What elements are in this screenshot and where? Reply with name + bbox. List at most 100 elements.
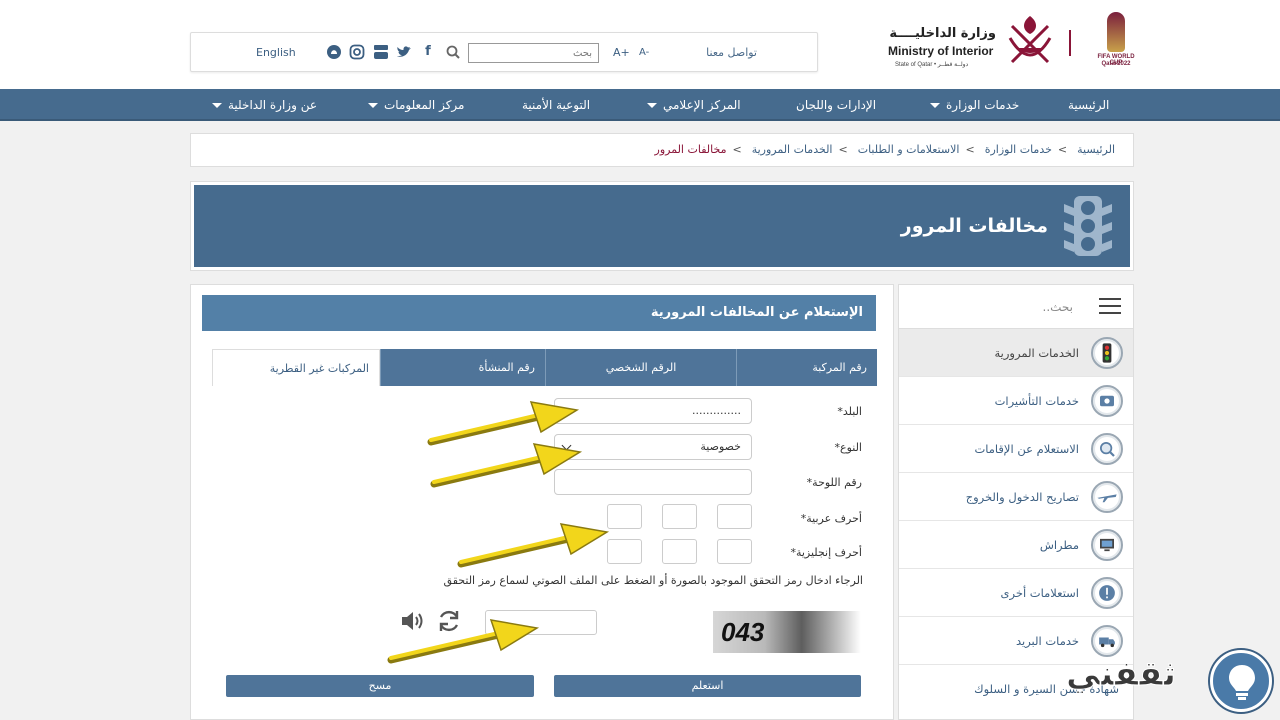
type-select-value: خصوصية [700,440,741,453]
watermark-text: ثقفني [1066,654,1177,695]
contact-us-dropdown[interactable]: تواصل معنا [687,33,757,96]
breadcrumb-separator: > [1057,143,1068,156]
nav-about-ministry-label: عن وزارة الداخلية [228,98,317,112]
country-label: البلد* [837,405,862,418]
sidebar-item-entry-exit-permits[interactable]: تصاريح الدخول والخروج [899,473,1133,521]
breadcrumb-inquiries[interactable]: الاستعلامات و الطلبات [858,143,960,156]
sidebar-item-metrash[interactable]: مطراش [899,521,1133,569]
sidebar-item-other-inquiries[interactable]: استعلامات أخرى [899,569,1133,617]
sidebar-item-residency-inquiry[interactable]: الاستعلام عن الإقامات [899,425,1133,473]
page-banner: مخالفات المرور [190,181,1134,271]
breadcrumb-separator: > [965,143,975,156]
magnifier-card-icon [1091,433,1123,465]
sidebar-item-label: خدمات التأشيرات [994,394,1079,408]
english-letters-label: أحرف إنجليزية* [790,546,862,559]
nav-about-ministry[interactable]: عن وزارة الداخلية [212,89,317,121]
nav-media-center-label: المركز الإعلامي [663,98,741,112]
plate-number-label: رقم اللوحة* [806,476,862,489]
annotation-arrow-icon [457,523,610,568]
tab-non-qatari-vehicles[interactable]: المركبات غير القطرية [212,349,380,386]
nav-home[interactable]: الرئيسية [1068,89,1109,121]
trophy-icon [1107,12,1125,52]
nav-security-awareness[interactable]: التوعية الأمنية [522,89,590,121]
tab-establishment-number[interactable]: رقم المنشأة [380,349,545,386]
english-language-link[interactable]: English [256,33,306,73]
arabic-letters-label: أحرف عربية* [800,512,862,525]
sidebar-item-visa-services[interactable]: خدمات التأشيرات [899,377,1133,425]
english-letter-2-input[interactable] [662,539,697,564]
annotation-arrow-icon [430,443,583,488]
logo-divider [1069,30,1071,56]
chevron-down-icon [930,103,940,108]
fifa-world-cup-logo[interactable]: FIFA WORLD CUP Qatar2022 [1095,12,1137,68]
computer-icon [1091,529,1123,561]
sidebar-item-label: تصاريح الدخول والخروج [965,490,1079,504]
inquiry-tabs: رقم المركبة الرقم الشخصي رقم المنشأة الم… [212,349,877,386]
instagram-icon[interactable] [349,44,365,60]
nav-departments[interactable]: الإدارات واللجان [796,89,876,121]
captcha-hint: الرجاء ادخال رمز التحقق الموجود بالصورة … [443,574,863,587]
breadcrumb-home[interactable]: الرئيسية [1077,143,1115,156]
sidebar-item-label: الاستعلام عن الإقامات [974,442,1079,456]
breadcrumb-ministry-services[interactable]: خدمات الوزارة [985,143,1052,156]
nav-information-center-label: مركز المعلومات [384,98,465,112]
nav-ministry-services[interactable]: خدمات الوزارة [930,89,1019,121]
clear-button[interactable]: مسح [226,675,534,697]
sidebar-item-traffic-services[interactable]: الخدمات المرورية [899,329,1133,377]
lightbulb-icon [1229,665,1255,700]
passport-icon [1091,385,1123,417]
site-watermark: ثقفني [1066,646,1280,720]
snapchat-icon[interactable] [326,44,342,60]
arabic-letter-1-input[interactable] [717,504,752,529]
contact-us-label: تواصل معنا [706,46,757,59]
facebook-icon[interactable]: f [420,44,436,60]
chevron-down-icon [368,103,378,108]
chevron-down-icon [212,103,222,108]
sidebar-search[interactable]: بحث.. [899,285,1133,329]
tab-personal-number[interactable]: الرقم الشخصي [545,349,736,386]
annotation-arrow-icon [387,619,540,664]
breadcrumb: الرئيسية > خدمات الوزارة > الاستعلامات و الط… [190,133,1134,167]
traffic-light-icon [1091,337,1123,369]
search-icon[interactable] [445,44,461,60]
top-utility-bar: تواصل معنا A+ A- f English [190,32,818,96]
breadcrumb-separator: > [732,143,742,156]
font-increase-button[interactable]: A+ [613,33,631,73]
nav-departments-label: الإدارات واللجان [796,98,877,112]
arabic-letter-2-input[interactable] [662,504,697,529]
nav-ministry-services-label: خدمات الوزارة [946,98,1020,112]
nav-security-awareness-label: التوعية الأمنية [522,98,591,112]
sidebar-item-label: مطراش [1039,538,1079,552]
ministry-name-english: Ministry of Interior [888,44,994,58]
search-input[interactable] [468,43,599,63]
form-title: الإستعلام عن المخالفات المرورية [202,295,876,331]
watermark-circle [1210,650,1272,712]
submit-inquiry-button[interactable]: استعلم [554,675,861,697]
exclamation-icon [1091,577,1123,609]
breadcrumb-traffic-services[interactable]: الخدمات المرورية [752,143,833,156]
nav-media-center[interactable]: المركز الإعلامي [647,89,741,121]
main-navigation: الرئيسية خدمات الوزارة الإدارات واللجان … [0,89,1280,121]
fifa-line-2: Qatar2022 [1101,61,1131,67]
nav-home-label: الرئيسية [1068,98,1110,112]
font-decrease-button[interactable]: A- [639,33,655,73]
menu-icon[interactable] [1099,298,1121,316]
page-banner-inner: مخالفات المرور [194,185,1130,267]
sidebar-search-placeholder: بحث.. [1042,300,1074,314]
ministry-name-arabic: وزارة الداخليــــة [889,26,996,41]
nav-information-center[interactable]: مركز المعلومات [368,89,464,121]
traffic-light-icon [1064,196,1112,256]
sidebar-item-label: استعلامات أخرى [1000,586,1079,600]
type-label: النوع* [834,441,862,454]
twitter-icon[interactable] [396,44,412,60]
tab-vehicle-number[interactable]: رقم المركبة [736,349,877,386]
sidebar-item-label: الخدمات المرورية [994,346,1079,360]
youtube-icon[interactable] [373,44,389,60]
qatar-emblem-icon[interactable] [1000,12,1060,70]
site-header: FIFA WORLD CUP Qatar2022 وزارة الداخليــ… [0,0,1280,96]
breadcrumb-current: مخالفات المرور [654,143,727,156]
captcha-image: 043 [713,611,861,653]
state-of-qatar-label: State of Qatar • دولــة قطــر [895,62,969,68]
breadcrumb-separator: > [838,143,848,156]
english-letter-1-input[interactable] [717,539,752,564]
